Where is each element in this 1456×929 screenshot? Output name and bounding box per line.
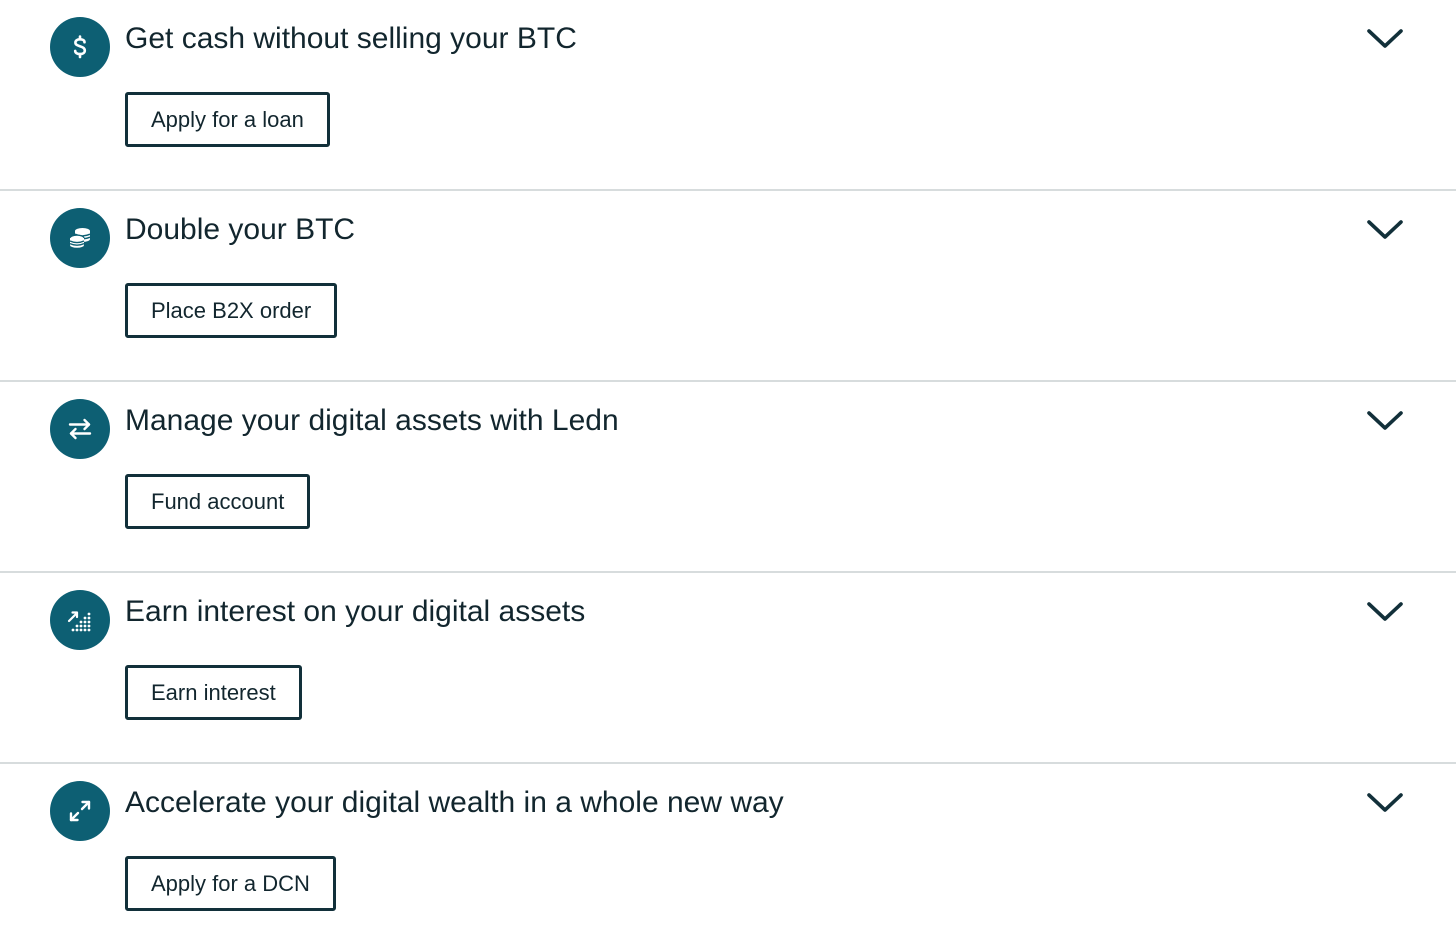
chevron-down-icon[interactable]: [1365, 598, 1405, 626]
list-item-b2x: Double your BTC Place B2X order: [0, 191, 1456, 382]
list-item-earn-interest: Earn interest on your digital assets Ear…: [0, 573, 1456, 764]
chevron-down-icon[interactable]: [1365, 789, 1405, 817]
fund-account-button[interactable]: Fund account: [125, 474, 311, 529]
interest-growth-icon: [50, 590, 110, 650]
swap-arrows-icon: [50, 399, 110, 459]
list-item-dcn: Accelerate your digital wealth in a whol…: [0, 764, 1456, 929]
expand-arrows-icon: [50, 781, 110, 841]
item-title: Get cash without selling your BTC: [125, 22, 577, 55]
dollar-icon: [50, 17, 110, 77]
chevron-down-icon[interactable]: [1365, 216, 1405, 244]
chevron-down-icon[interactable]: [1365, 407, 1405, 435]
item-title: Manage your digital assets with Ledn: [125, 404, 619, 437]
apply-loan-button[interactable]: Apply for a loan: [125, 92, 330, 147]
apply-dcn-button[interactable]: Apply for a DCN: [125, 856, 336, 911]
product-list: Get cash without selling your BTC Apply …: [0, 0, 1456, 929]
list-item-manage-assets: Manage your digital assets with Ledn Fun…: [0, 382, 1456, 573]
list-item-loan: Get cash without selling your BTC Apply …: [0, 0, 1456, 191]
item-title: Earn interest on your digital assets: [125, 595, 586, 628]
item-title: Double your BTC: [125, 213, 356, 246]
coins-stack-icon: [50, 208, 110, 268]
place-b2x-order-button[interactable]: Place B2X order: [125, 283, 338, 338]
item-title: Accelerate your digital wealth in a whol…: [125, 786, 784, 819]
chevron-down-icon[interactable]: [1365, 25, 1405, 53]
earn-interest-button[interactable]: Earn interest: [125, 665, 302, 720]
